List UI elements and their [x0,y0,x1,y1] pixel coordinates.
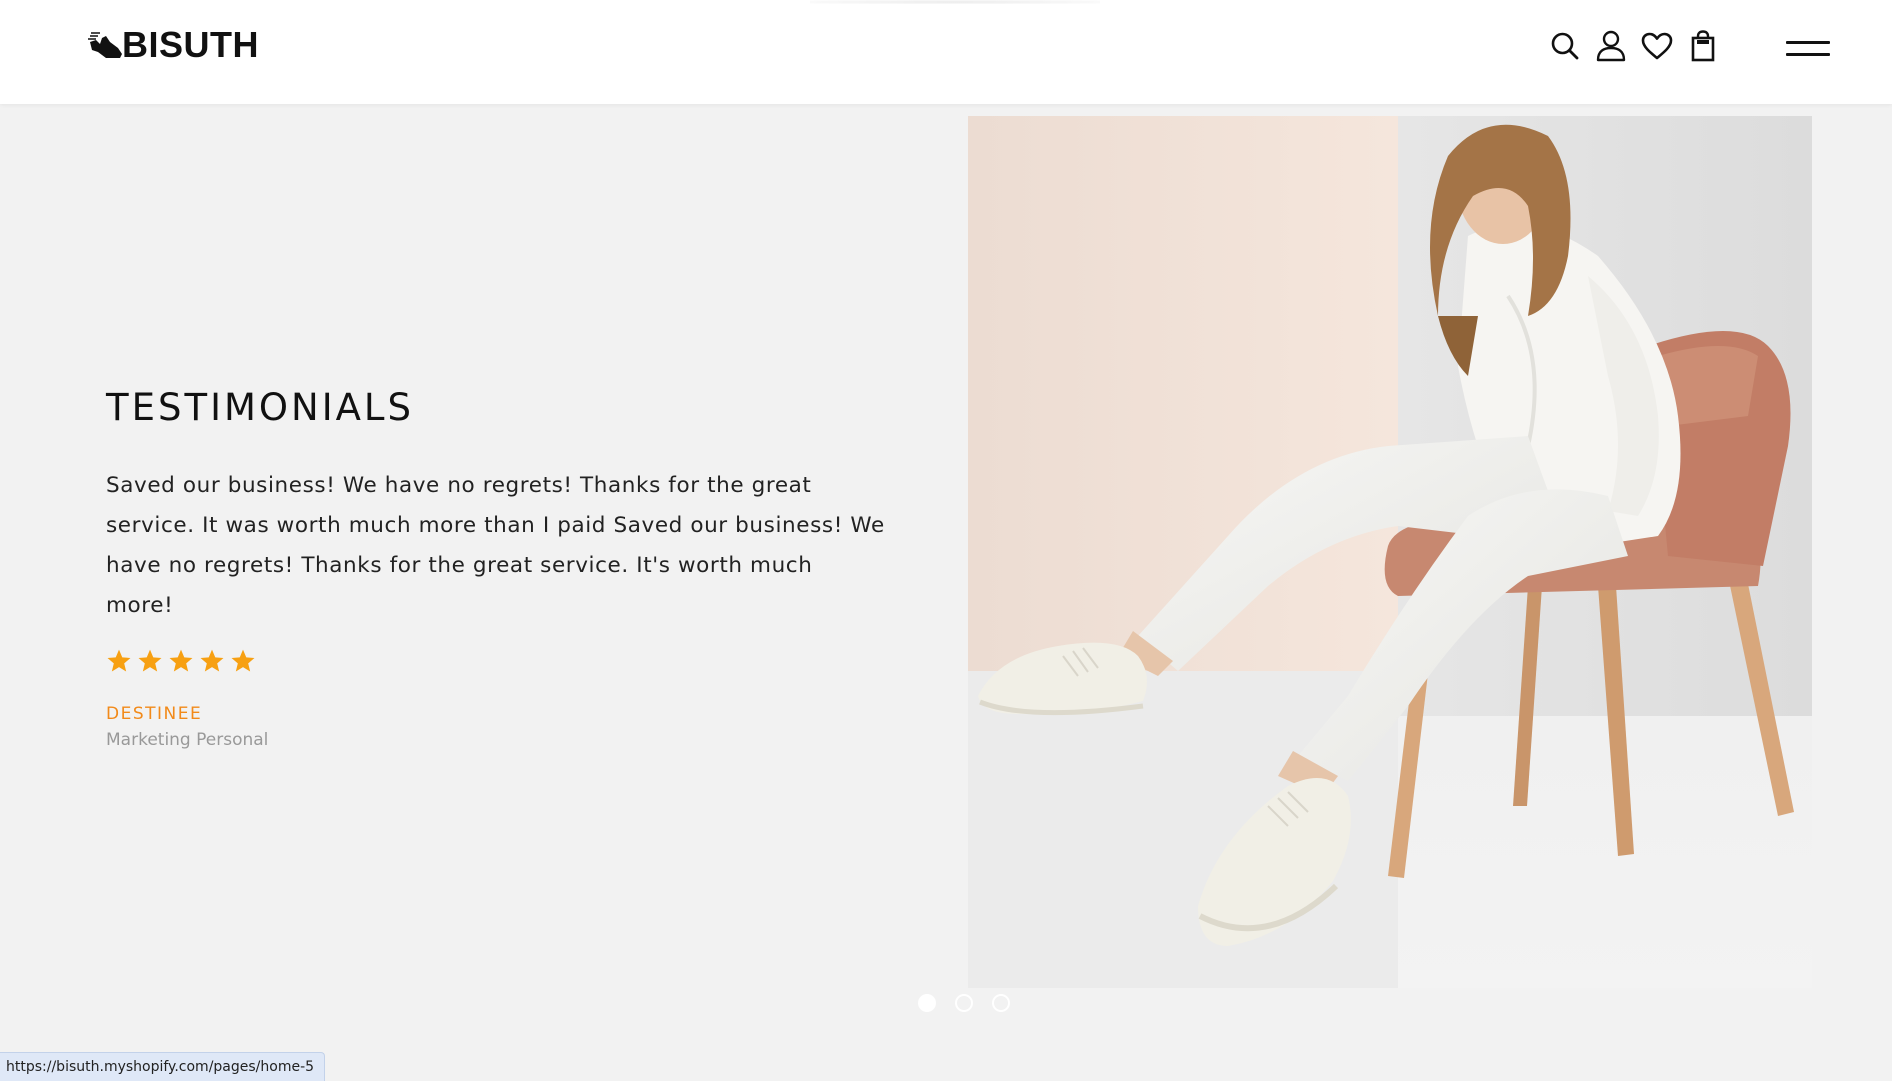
hamburger-menu-icon-line-top [1786,41,1830,44]
testimonial-section: TESTIMONIALS Saved our business! We have… [106,380,886,750]
header-shadow-decoration [810,0,1100,4]
section-title: TESTIMONIALS [106,386,415,429]
search-button[interactable] [1548,28,1582,64]
testimonial-photo [968,116,1812,988]
star-icon [107,649,131,672]
testimonial-author-role: Marketing Personal [106,729,269,750]
site-header: BISUTH [0,0,1892,104]
testimonial-quote: Saved our business! We have no regrets! … [106,473,885,618]
star-icon [231,649,255,672]
sneaker-logo-icon [88,32,122,58]
hamburger-menu-icon-line-bottom [1786,53,1830,56]
shopping-bag-icon [1691,30,1715,62]
woman-seated-on-chair-photo [968,116,1812,988]
user-icon [1596,30,1626,62]
wishlist-button[interactable] [1640,28,1674,64]
slider-dot-3[interactable] [992,994,1010,1012]
hamburger-menu-button[interactable] [1784,38,1832,64]
slider-dot-1[interactable] [918,994,936,1012]
header-actions [1548,28,1732,64]
star-rating [106,648,886,674]
slider-pagination [918,994,1029,1012]
star-icon [200,649,224,672]
cart-button[interactable] [1686,28,1720,64]
account-button[interactable] [1594,28,1628,64]
star-icon [169,649,193,672]
star-icon [138,649,162,672]
site-logo[interactable]: BISUTH [88,26,259,64]
logo-text: BISUTH [122,24,259,65]
heart-icon [1641,32,1673,60]
testimonial-author-name: DESTINEE [106,703,203,724]
browser-status-bar-url: https://bisuth.myshopify.com/pages/home-… [0,1052,326,1081]
slider-dot-2[interactable] [955,994,973,1012]
search-icon [1551,32,1579,60]
